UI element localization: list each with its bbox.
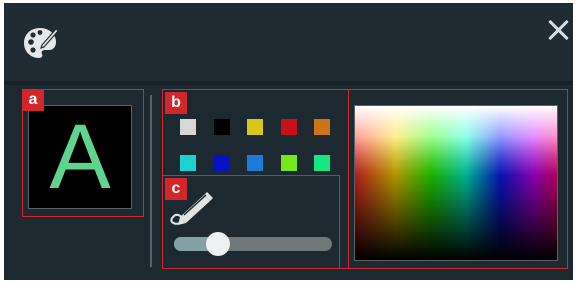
panel-header	[4, 3, 573, 81]
vertical-divider	[150, 95, 152, 267]
close-button[interactable]	[547, 19, 569, 41]
color-swatch[interactable]	[247, 155, 263, 171]
color-swatch[interactable]	[314, 119, 330, 135]
color-swatch[interactable]	[247, 119, 263, 135]
color-swatch[interactable]	[180, 155, 196, 171]
callout-label-c: c	[165, 178, 187, 200]
preview-letter: A	[49, 106, 111, 208]
stroke-width-slider[interactable]	[174, 232, 332, 256]
color-settings-panel: A a b c	[4, 3, 573, 280]
callout-label-b: b	[165, 92, 187, 114]
color-swatch[interactable]	[280, 155, 297, 171]
color-spectrum-picker[interactable]	[354, 105, 558, 261]
drawing-tool-screenshot: A a b c	[0, 0, 577, 283]
slider-thumb[interactable]	[206, 232, 231, 256]
panel-body: A a b c	[4, 85, 573, 280]
character-preview: A	[28, 105, 132, 209]
color-swatch[interactable]	[314, 155, 330, 171]
palette-icon	[24, 28, 58, 58]
color-swatch[interactable]	[180, 119, 196, 135]
color-swatch[interactable]	[213, 119, 230, 135]
color-swatch[interactable]	[280, 119, 297, 135]
color-swatch[interactable]	[213, 155, 230, 171]
callout-label-a: a	[22, 89, 44, 111]
